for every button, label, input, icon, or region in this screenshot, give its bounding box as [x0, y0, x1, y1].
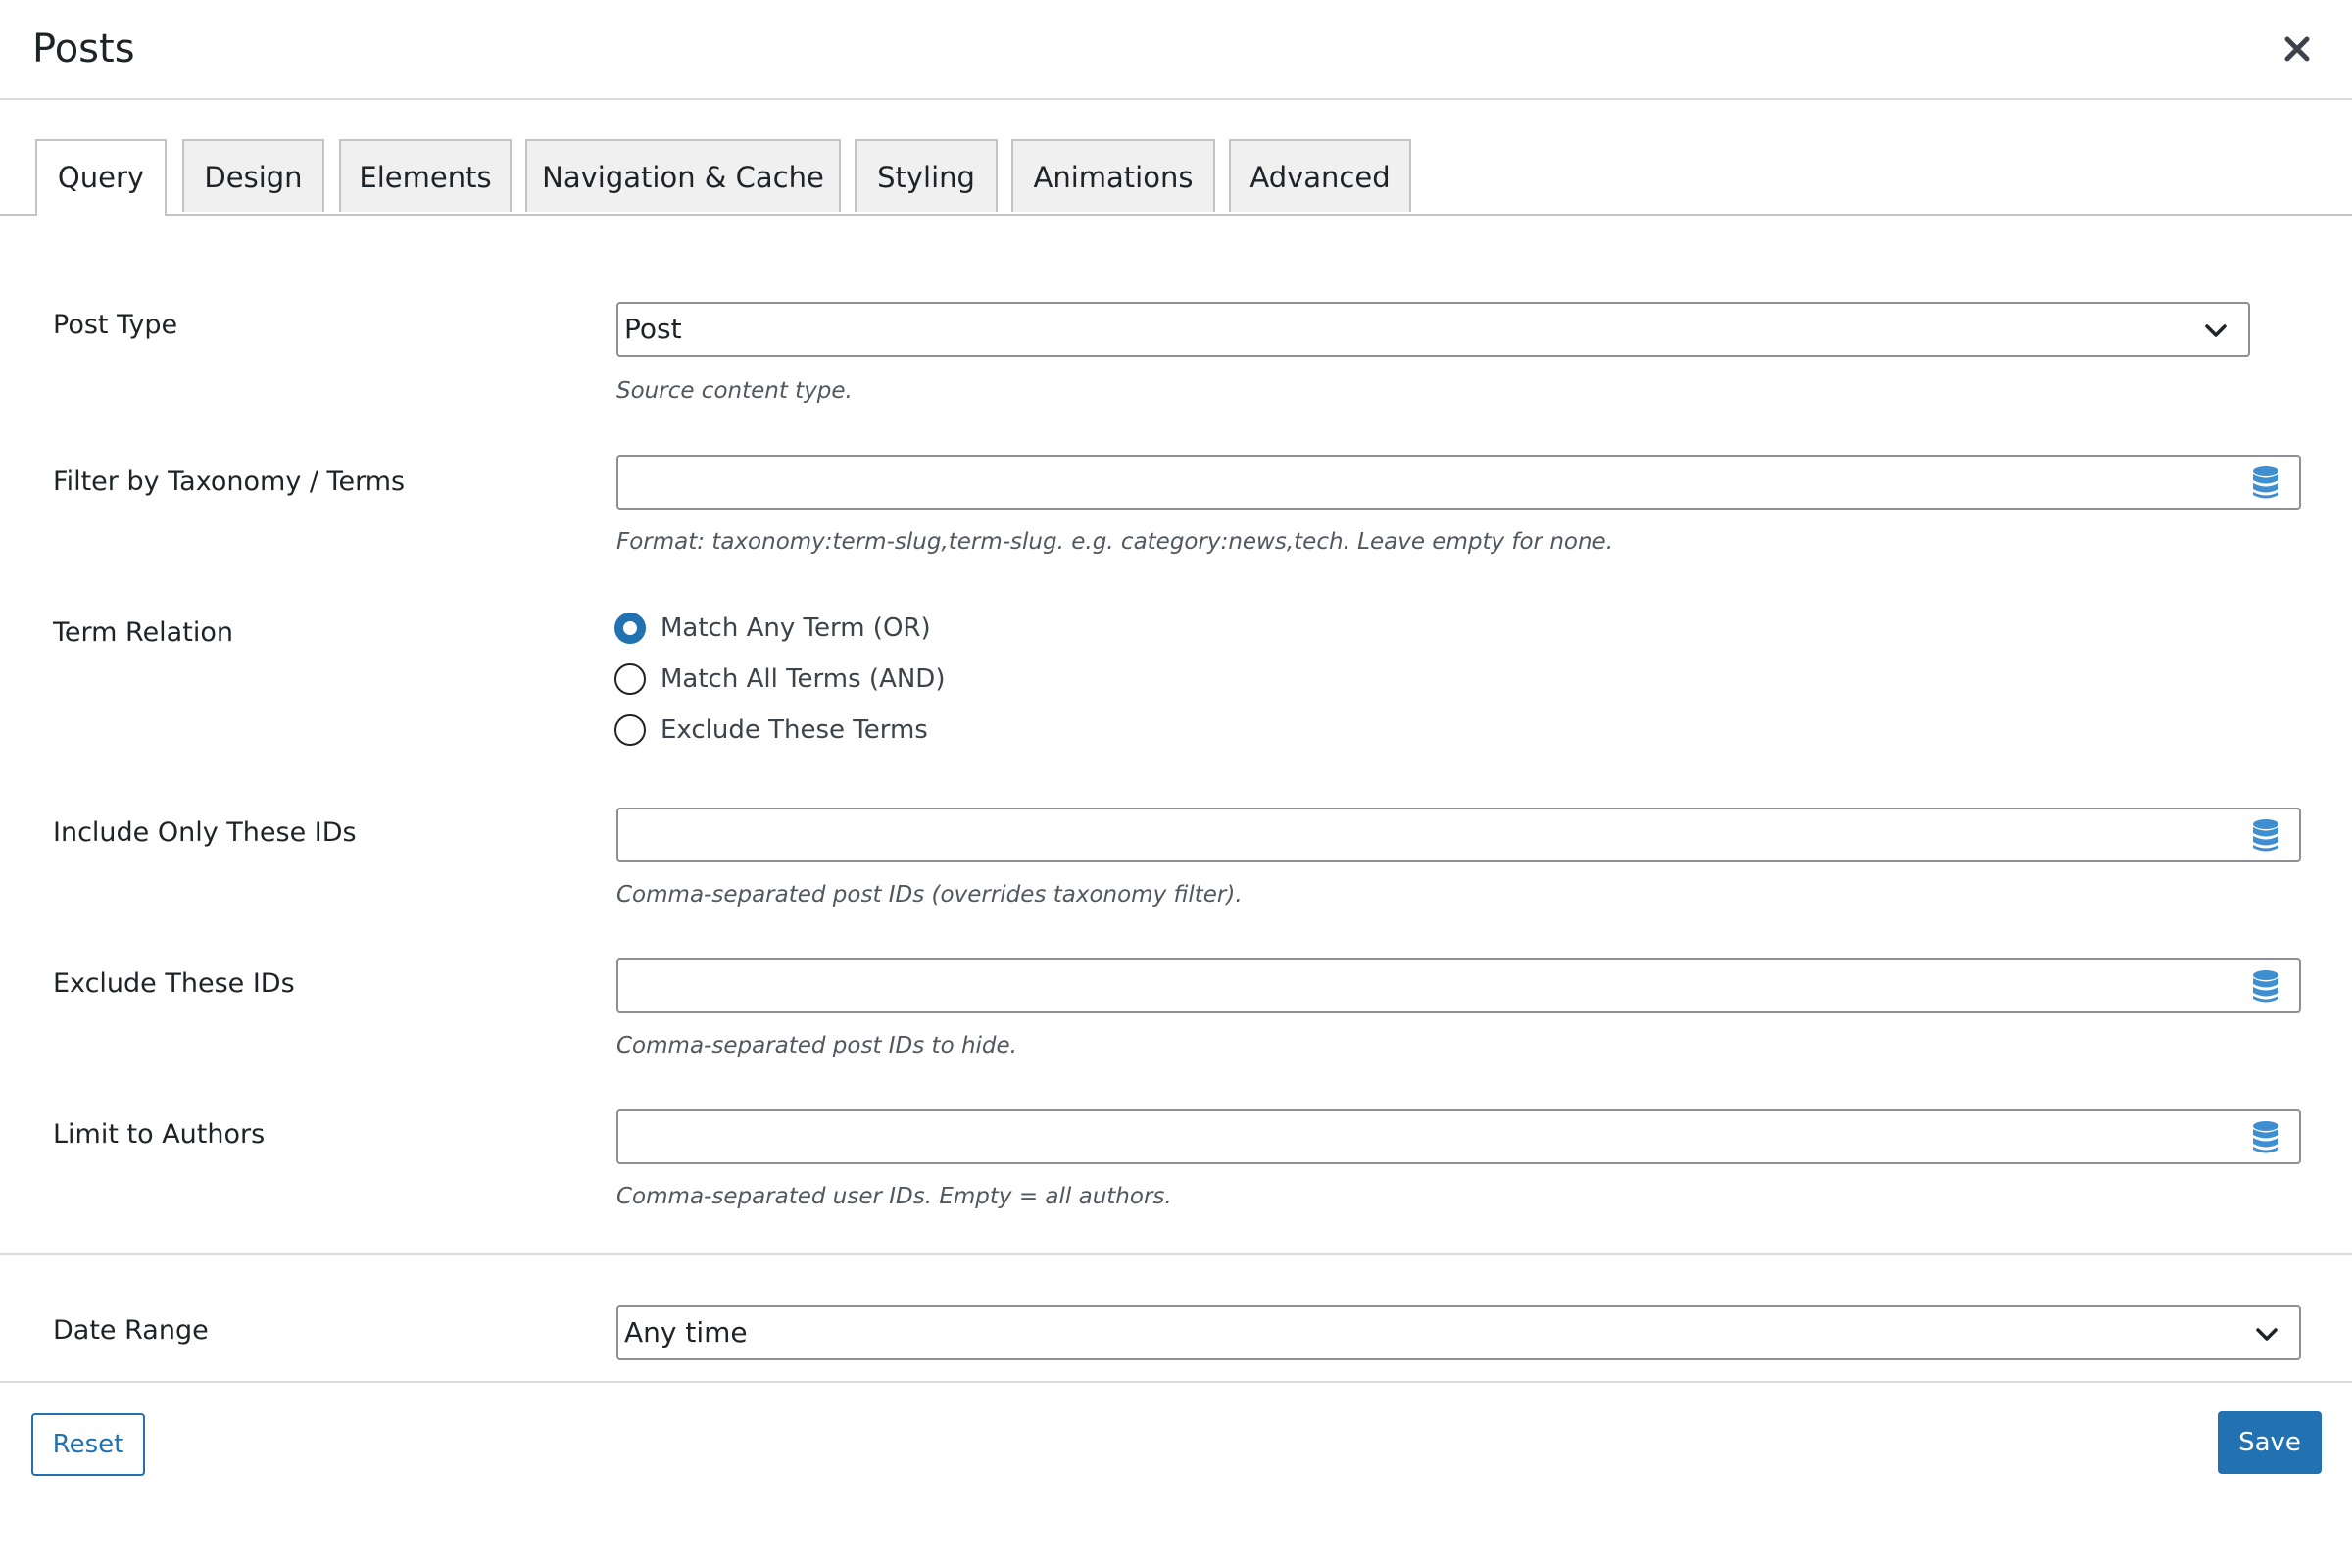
exclude-ids-help: Comma-separated post IDs to hide. — [616, 1033, 1017, 1058]
radio-exclude-terms-control[interactable] — [614, 714, 646, 746]
reset-button[interactable]: Reset — [31, 1413, 145, 1476]
exclude-ids-label: Exclude These IDs — [53, 968, 295, 999]
tab-navigation-cache-label: Navigation & Cache — [542, 161, 824, 194]
tab-design[interactable]: Design — [182, 139, 324, 212]
post-type-label: Post Type — [53, 310, 178, 340]
include-ids-label: Include Only These IDs — [53, 817, 357, 848]
close-icon — [2284, 36, 2310, 62]
include-ids-help: Comma-separated post IDs (overrides taxo… — [616, 882, 1243, 907]
tab-animations[interactable]: Animations — [1011, 139, 1215, 212]
date-range-label: Date Range — [53, 1315, 209, 1346]
tab-styling[interactable]: Styling — [855, 139, 998, 212]
tab-advanced-label: Advanced — [1250, 161, 1391, 194]
tab-advanced[interactable]: Advanced — [1229, 139, 1411, 212]
tab-query[interactable]: Query — [35, 139, 167, 216]
radio-match-all-control[interactable] — [614, 663, 646, 695]
chevron-down-icon — [2256, 1328, 2278, 1341]
post-type-value: Post — [624, 313, 682, 345]
radio-match-all-label: Match All Terms (AND) — [661, 664, 946, 694]
tab-styling-label: Styling — [877, 161, 975, 194]
posts-settings-modal: Posts Query Design Elements Navigation &… — [0, 0, 2352, 1568]
date-range-value: Any time — [624, 1316, 748, 1348]
close-button[interactable] — [2278, 29, 2317, 69]
taxonomy-help: Format: taxonomy:term-slug,term-slug. e.… — [616, 529, 1614, 555]
tab-elements-label: Elements — [359, 161, 492, 194]
authors-help: Comma-separated user IDs. Empty = all au… — [616, 1184, 1172, 1209]
tab-elements[interactable]: Elements — [339, 139, 512, 212]
database-icon[interactable] — [2250, 466, 2281, 501]
tab-query-label: Query — [57, 161, 145, 194]
tab-bar: Query Design Elements Navigation & Cache… — [0, 139, 2352, 216]
footer-divider — [0, 1381, 2352, 1383]
exclude-ids-input[interactable] — [616, 958, 2301, 1013]
post-type-select[interactable]: Post — [616, 302, 2250, 357]
tab-design-label: Design — [204, 161, 303, 194]
modal-header: Posts — [0, 0, 2352, 100]
modal-title: Posts — [32, 26, 135, 72]
database-icon[interactable] — [2250, 969, 2281, 1004]
save-button[interactable]: Save — [2218, 1411, 2322, 1474]
radio-exclude-terms-label: Exclude These Terms — [661, 715, 928, 745]
authors-label: Limit to Authors — [53, 1119, 266, 1150]
database-icon[interactable] — [2250, 818, 2281, 854]
include-ids-input[interactable] — [616, 808, 2301, 862]
radio-match-any-label: Match Any Term (OR) — [661, 613, 931, 643]
database-icon[interactable] — [2250, 1120, 2281, 1155]
authors-input[interactable] — [616, 1109, 2301, 1164]
section-divider — [0, 1253, 2352, 1255]
tab-navigation-cache[interactable]: Navigation & Cache — [525, 139, 841, 212]
taxonomy-label: Filter by Taxonomy / Terms — [53, 466, 406, 497]
date-range-select[interactable]: Any time — [616, 1305, 2301, 1360]
radio-match-any-control[interactable] — [614, 612, 646, 644]
post-type-help: Source content type. — [616, 378, 853, 404]
chevron-down-icon — [2205, 324, 2227, 337]
term-relation-label: Term Relation — [53, 617, 233, 648]
taxonomy-input[interactable] — [616, 455, 2301, 510]
tab-animations-label: Animations — [1033, 161, 1194, 194]
